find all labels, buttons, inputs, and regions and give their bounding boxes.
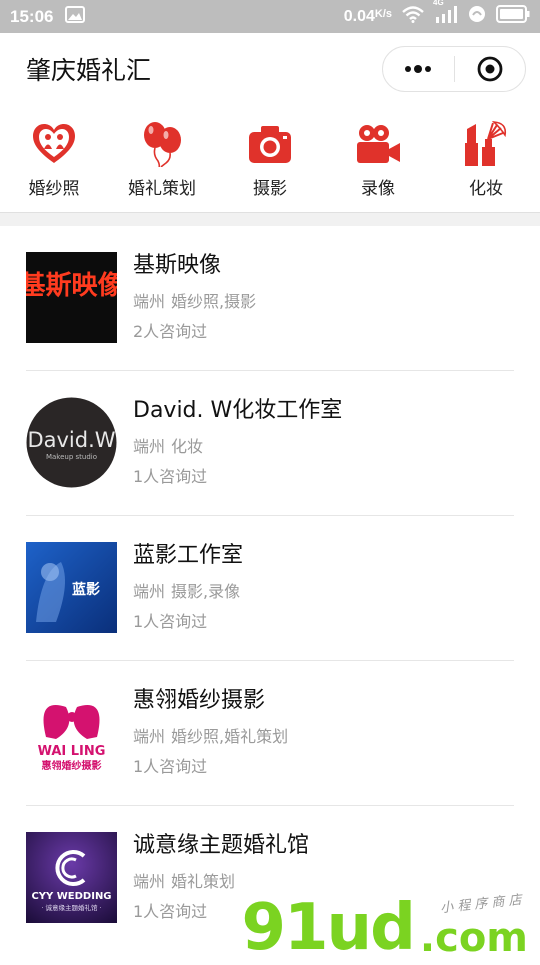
vendor-name: 基斯映像 [133,253,222,278]
vendor-name: 蓝影工作室 [133,543,244,568]
vendor-location: 端州 [133,582,166,601]
vendor-meta: 端州 婚纱照,摄影 [133,292,256,312]
vendor-name: 惠翎婚纱摄影 [133,688,266,713]
category-wedding-planning[interactable]: 婚礼策划 [108,105,216,212]
vendor-location: 端州 [133,437,166,456]
vendor-meta: 端州 摄影,录像 [133,582,243,602]
logo-text: 基斯映像 [26,271,117,301]
vendor-category: 婚礼策划 [171,872,236,891]
page-title: 肇庆婚礼汇 [26,56,152,85]
watermark: 91ud .com 小 程 序 商 店 [241,891,528,965]
image-icon [65,5,86,28]
category-label: 化妆 [469,179,503,199]
logo-subtext: · 诚意缘主题婚礼馆 · [41,903,101,912]
consult-count: 1人咨询过 [133,612,208,631]
balloons-icon [139,121,185,167]
vendor-logo: CYY WEDDING · 诚意缘主题婚礼馆 · [26,832,117,923]
mini-program-navbar: 肇庆婚礼汇 [0,33,540,105]
vendor-meta: 端州 化妆 [133,437,342,457]
vendor-location: 端州 [133,727,166,746]
logo-text: WAI LING [38,744,106,759]
list-item[interactable]: 基斯映像 基斯映像 端州 婚纱照,摄影 2人咨询过 [26,226,514,371]
vendor-location: 端州 [133,292,166,311]
consult-count: 2人咨询过 [133,322,208,341]
data-saver-icon [468,5,486,28]
category-label: 摄影 [253,179,287,199]
vendor-logo: WAI LING 惠翎婚纱摄影 [26,687,117,778]
logo-text: David.W [27,428,115,452]
category-wedding-photos[interactable]: 婚纱照 [0,105,108,212]
more-button[interactable] [383,47,454,91]
logo-subtext: Makeup studio [46,453,97,461]
category-makeup[interactable]: 化妆 [432,105,540,212]
logo-subtext: 惠翎婚纱摄影 [42,759,102,772]
category-label: 婚礼策划 [128,179,196,199]
more-dots-icon [405,65,432,73]
vendor-category: 化妆 [171,437,204,456]
signal-icon: 4G [433,0,458,28]
vendor-logo: 蓝影 [26,542,117,633]
heart-couple-icon [31,121,77,167]
category-photography[interactable]: 摄影 [216,105,324,212]
list-item[interactable]: David.W Makeup studio David. W化妆工作室 端州 化妆… [26,371,514,516]
vendor-name: David. W化妆工作室 [133,398,343,423]
vendor-meta: 端州 婚纱照,婚礼策划 [133,727,288,747]
vendor-category: 婚纱照,婚礼策划 [171,727,289,746]
category-label: 婚纱照 [28,179,80,199]
vendor-location: 端州 [133,872,166,891]
category-bar: 婚纱照 婚礼策划 摄影 录像 化妆 [0,105,540,212]
vendor-name: 诚意缘主题婚礼馆 [133,833,310,858]
consult-count: 1人咨询过 [133,467,208,486]
vendor-category: 摄影,录像 [171,582,241,601]
network-speed: 0.04K/s [343,7,392,25]
wifi-icon [402,5,424,28]
vendor-list: 基斯映像 基斯映像 端州 婚纱照,摄影 2人咨询过 David.W Makeup … [0,226,540,951]
logo-text: CYY WEDDING [31,891,111,902]
battery-icon [496,5,530,28]
section-divider [0,212,540,226]
consult-count: 1人咨询过 [133,757,208,776]
vendor-meta: 端州 婚礼策划 [133,872,309,892]
video-camera-icon [355,121,401,167]
close-program-button[interactable] [455,47,526,91]
vendor-logo: David.W Makeup studio [26,397,117,488]
watermark-suffix: .com [419,915,528,961]
camera-icon [247,121,293,167]
status-bar: 15:06 0.04K/s 4G [0,0,540,33]
capsule-menu [382,46,526,92]
target-close-icon [477,56,503,82]
vendor-category: 婚纱照,摄影 [171,292,257,311]
list-item[interactable]: 蓝影 蓝影工作室 端州 摄影,录像 1人咨询过 [26,516,514,661]
status-time: 15:06 [10,6,54,26]
makeup-icon [463,121,509,167]
watermark-main: 91ud [241,891,415,965]
logo-text: 蓝影 [72,581,100,598]
category-label: 录像 [361,179,395,199]
category-video[interactable]: 录像 [324,105,432,212]
vendor-logo: 基斯映像 [26,252,117,343]
list-item[interactable]: WAI LING 惠翎婚纱摄影 惠翎婚纱摄影 端州 婚纱照,婚礼策划 1人咨询过 [26,661,514,806]
